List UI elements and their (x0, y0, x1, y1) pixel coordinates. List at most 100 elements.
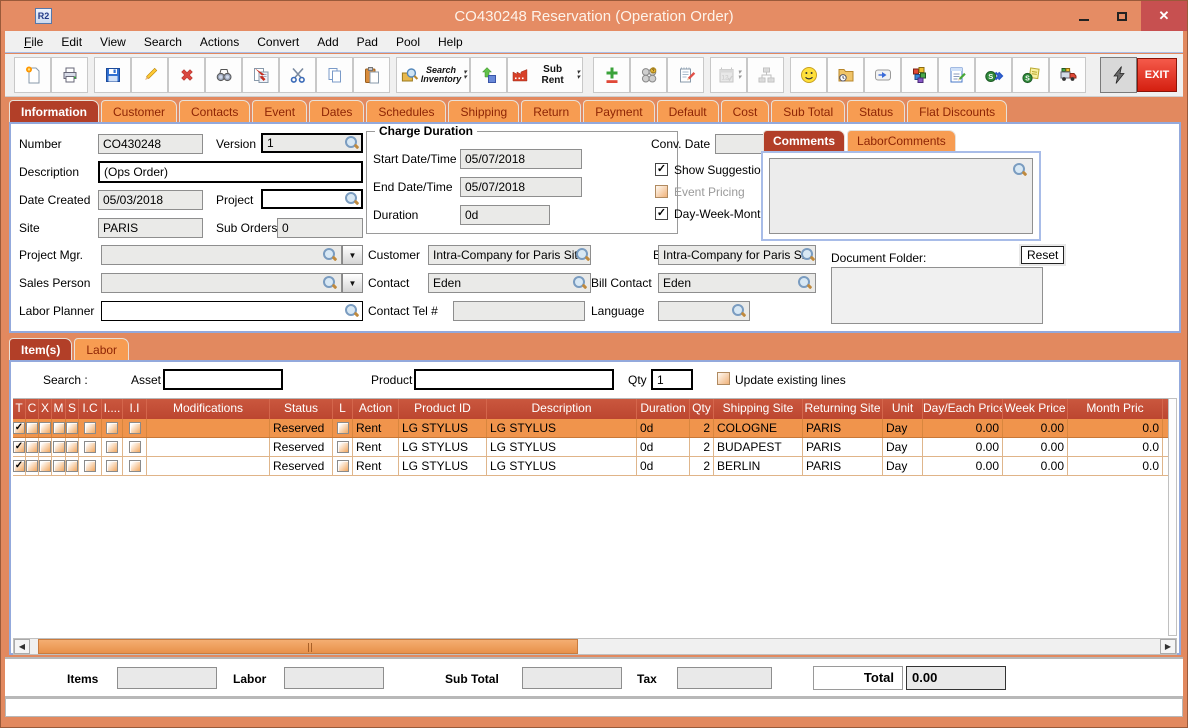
row-checkbox-l[interactable] (336, 422, 349, 434)
tab-schedules[interactable]: Schedules (366, 100, 447, 122)
row-checkbox-l[interactable] (336, 441, 349, 453)
project-mgr-field[interactable] (101, 245, 342, 265)
duration-field[interactable] (460, 205, 550, 225)
row-checkbox-c[interactable] (26, 460, 38, 472)
tab-event[interactable]: Event (252, 100, 308, 122)
row-checkbox-s[interactable] (66, 460, 78, 472)
col-header-day-each-price[interactable]: Day/Each Price (923, 399, 1003, 419)
customer-field[interactable] (428, 245, 591, 265)
col-header-description[interactable]: Description (487, 399, 637, 419)
table-row[interactable]: Reserved Rent LG STYLUS LG STYLUS 0d 2 B… (13, 438, 1169, 457)
bill-to-lookup-icon[interactable] (801, 248, 815, 262)
sales-person-lookup-icon[interactable] (323, 276, 337, 290)
col-header-qty[interactable]: Qty (690, 399, 714, 419)
col-header-l[interactable]: L (333, 399, 353, 419)
col-header-product-id[interactable]: Product ID (399, 399, 487, 419)
row-checkbox-ii[interactable] (128, 460, 141, 472)
row-checkbox-t[interactable] (13, 422, 25, 434)
menu-help[interactable]: Help (429, 33, 472, 51)
col-header-shipping-site[interactable]: Shipping Site (714, 399, 803, 419)
col-header-ic[interactable]: I.C (79, 399, 102, 419)
tab-contacts[interactable]: Contacts (179, 100, 251, 122)
tab-labor[interactable]: Labor (74, 338, 130, 360)
project-mgr-dropdown-button[interactable]: ▼ (342, 245, 363, 265)
table-row[interactable]: Reserved Rent LG STYLUS LG STYLUS 0d 2 C… (13, 419, 1169, 438)
col-header-action[interactable]: Action (353, 399, 399, 419)
project-lookup-icon[interactable] (345, 192, 359, 206)
cut-button[interactable] (279, 57, 316, 93)
col-header-duration[interactable]: Duration (637, 399, 690, 419)
labor-planner-field[interactable] (101, 301, 363, 321)
col-header-ii[interactable]: I.I (123, 399, 147, 419)
search-inventory-dropdown-icon[interactable]: ▾ ▾ (463, 69, 467, 81)
edit-document-button[interactable] (938, 57, 975, 93)
menu-convert[interactable]: Convert (248, 33, 308, 51)
send-shortcut-button[interactable] (864, 57, 901, 93)
tab-sub-total[interactable]: Sub Total (771, 100, 846, 122)
sub-rent-button[interactable]: Sub Rent ▾ ▾ (506, 57, 583, 93)
tab-customer[interactable]: Customer (101, 100, 178, 122)
row-checkbox-c[interactable] (26, 441, 38, 453)
notes-button[interactable] (667, 57, 704, 93)
row-checkbox-ic[interactable] (84, 422, 96, 434)
update-existing-checkbox[interactable] (717, 372, 730, 385)
contact-lookup-icon[interactable] (573, 276, 587, 290)
export-order-button[interactable] (242, 57, 279, 93)
col-header-s[interactable]: S (66, 399, 79, 419)
row-checkbox-t[interactable] (13, 441, 25, 453)
minimize-button[interactable] (1065, 1, 1103, 31)
col-header-c[interactable]: C (26, 399, 39, 419)
tab-return[interactable]: Return (521, 100, 582, 122)
menu-edit[interactable]: Edit (52, 33, 91, 51)
row-checkbox-ic[interactable] (84, 460, 96, 472)
menu-pad[interactable]: Pad (348, 33, 387, 51)
scroll-right-button[interactable]: ▶ (1160, 639, 1176, 654)
row-checkbox-s[interactable] (66, 422, 78, 434)
quick-actions-button[interactable] (1100, 57, 1137, 93)
sub-rent-dropdown-icon[interactable]: ▾ ▾ (576, 69, 580, 81)
col-header-month-price[interactable]: Month Pric (1068, 399, 1163, 419)
date-created-field[interactable] (98, 190, 203, 210)
tab-payment[interactable]: Payment (583, 100, 655, 122)
tab-status[interactable]: Status (847, 100, 906, 122)
copy-button[interactable] (316, 57, 353, 93)
scrollbar-thumb[interactable] (38, 639, 578, 654)
tab-shipping[interactable]: Shipping (448, 100, 520, 122)
tab-flat-discounts[interactable]: Flat Discounts (907, 100, 1008, 122)
row-checkbox-l[interactable] (336, 460, 349, 472)
smiley-button[interactable] (790, 57, 827, 93)
comments-textarea[interactable] (769, 158, 1033, 234)
row-checkbox-ii[interactable] (128, 441, 141, 453)
table-row[interactable]: Reserved Rent LG STYLUS LG STYLUS 0d 2 B… (13, 457, 1169, 476)
row-checkbox-t[interactable] (13, 460, 25, 472)
row-checkbox-x[interactable] (39, 441, 51, 453)
sub-orders-field[interactable] (277, 218, 363, 238)
tab-comments[interactable]: Comments (763, 130, 846, 151)
row-checkbox-c[interactable] (26, 422, 38, 434)
row-checkbox-m[interactable] (52, 441, 65, 453)
tab-cost[interactable]: Cost (720, 100, 770, 122)
folder-clock-button[interactable] (827, 57, 864, 93)
number-field[interactable] (98, 134, 203, 154)
paste-button[interactable] (353, 57, 390, 93)
print-button[interactable] (51, 57, 88, 93)
row-checkbox-i[interactable] (106, 441, 118, 453)
pool-items-button[interactable]: ? (630, 57, 667, 93)
col-header-m[interactable]: M (52, 399, 66, 419)
col-header-week-price[interactable]: Week Price (1003, 399, 1068, 419)
menu-search[interactable]: Search (135, 33, 191, 51)
col-header-unit[interactable]: Unit (883, 399, 923, 419)
document-folder-box[interactable] (831, 267, 1043, 324)
row-checkbox-ic[interactable] (84, 441, 96, 453)
sales-note-button[interactable]: S (1012, 57, 1049, 93)
add-remove-button[interactable] (593, 57, 630, 93)
start-date-field[interactable] (460, 149, 582, 169)
description-field[interactable] (98, 161, 363, 183)
row-checkbox-x[interactable] (39, 460, 51, 472)
menu-actions[interactable]: Actions (191, 33, 248, 51)
site-field[interactable] (98, 218, 203, 238)
tab-labor-comments[interactable]: LaborComments (847, 130, 956, 151)
reset-button[interactable]: Reset (1018, 244, 1067, 266)
scroll-left-button[interactable]: ◀ (14, 639, 30, 654)
vertical-scrollbar[interactable] (1168, 398, 1177, 636)
